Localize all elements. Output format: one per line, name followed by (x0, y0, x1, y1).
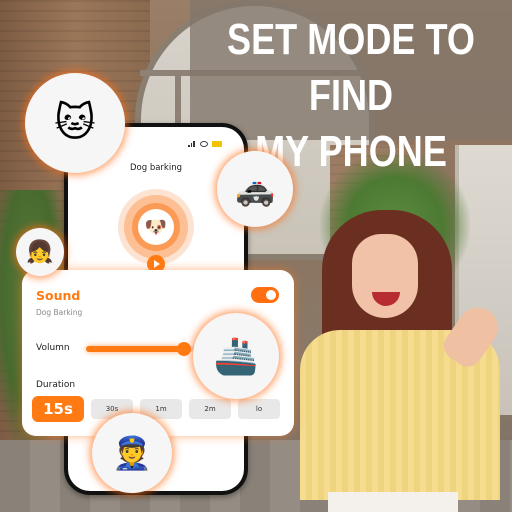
duration-option-more[interactable]: lo (238, 399, 280, 419)
toggle-knob (266, 290, 276, 300)
woman-figure (236, 210, 512, 512)
woman-pants (328, 492, 458, 512)
volume-slider-thumb[interactable] (176, 342, 191, 356)
cat-sound-icon[interactable]: 🐱 (25, 73, 125, 173)
ship-sound-icon[interactable]: 🚢 (193, 313, 279, 399)
wifi-icon (200, 141, 208, 147)
status-bar (188, 141, 222, 147)
dog-icon: 🐶 (138, 209, 174, 245)
signal-icon (188, 141, 196, 147)
volume-label: Volumn (36, 343, 70, 353)
battery-icon (212, 141, 222, 147)
duration-label: Duration (36, 380, 76, 390)
girl-sound-icon[interactable]: 👧 (16, 228, 64, 276)
headline-line-1: SET MODE TO FIND (227, 15, 475, 120)
sound-subtitle: Dog Barking (36, 308, 83, 317)
police-officer-sound-icon[interactable]: 👮 (92, 413, 172, 493)
sound-toggle[interactable] (251, 287, 279, 303)
duration-options: 15s 30s 1m 2m lo (32, 396, 280, 422)
police-car-sound-icon[interactable]: 🚓 (217, 151, 293, 227)
duration-option-15s[interactable]: 15s (32, 396, 84, 422)
volume-slider-fill (86, 346, 184, 352)
duration-option-2m[interactable]: 2m (189, 399, 231, 419)
sound-label: Sound (36, 288, 81, 303)
